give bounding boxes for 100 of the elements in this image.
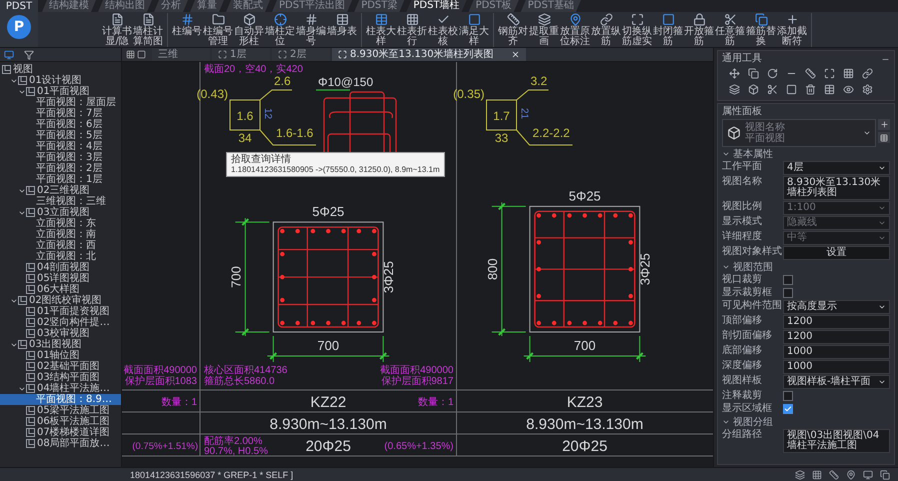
tree-item[interactable]: 平面视图：屋面层 <box>0 97 121 108</box>
grid-icon[interactable] <box>126 50 135 59</box>
document-tab[interactable]: 1层 <box>212 48 270 61</box>
tree-item[interactable]: 平面视图：3层 <box>0 152 121 163</box>
tree-item[interactable]: 平面视图：2层 <box>0 163 121 174</box>
ribbon-tool-button[interactable]: 任意箍筋 <box>715 13 745 47</box>
tree-item[interactable]: 01平面提资视图 <box>0 306 121 317</box>
ribbon-tool-button[interactable]: 墙身编号 <box>296 13 326 47</box>
tree-item[interactable]: 08局部平面放… <box>0 438 121 449</box>
ribbon-tool-button[interactable]: 柱编号管理 <box>203 13 233 47</box>
tree-item[interactable]: 平面视图：8.9… <box>0 394 121 405</box>
settings-button[interactable]: 设置 <box>783 246 890 260</box>
ribbon-tool-button[interactable]: 柱表大样 <box>366 13 396 47</box>
input-field[interactable]: 8.930米至13.130米墙柱列表图 <box>783 176 890 200</box>
ribbon-tab[interactable]: 结构建模 <box>42 0 96 12</box>
ribbon-tool-button[interactable]: 墙身表 <box>327 13 357 47</box>
tree-item[interactable]: 平面视图：1层 <box>0 174 121 185</box>
tree-item[interactable]: 平面视图：5层 <box>0 130 121 141</box>
input-field[interactable]: 1200 <box>783 315 890 329</box>
input-field[interactable]: 1000 <box>783 345 890 359</box>
close-icon[interactable] <box>510 50 520 59</box>
document-tab[interactable]: 三维 <box>152 48 210 61</box>
ribbon-tool-button[interactable]: 放置纵筋 <box>591 13 621 47</box>
tree-item[interactable]: 立面视图：西 <box>0 240 121 251</box>
ribbon-tab[interactable]: PDST平法出图 <box>272 0 352 12</box>
ribbon-tab[interactable]: PDST板 <box>468 0 519 12</box>
tree-item[interactable]: 03出图视图 <box>0 339 121 350</box>
ribbon-tab[interactable]: PDST基础 <box>520 0 581 12</box>
app-logo[interactable]: P <box>7 15 31 39</box>
tree-item[interactable]: 05详图视图 <box>0 273 121 284</box>
ribbon-tab[interactable]: 装配式 <box>226 0 270 12</box>
dropdown-field[interactable]: 视图样板-墙柱平面 <box>783 375 890 389</box>
tree-item[interactable]: 03结构平面图 <box>0 372 121 383</box>
tree-item[interactable]: 视图 <box>0 64 121 75</box>
input-field[interactable]: 1000 <box>783 360 890 374</box>
add-button[interactable] <box>878 119 890 130</box>
ribbon-tab[interactable]: 算量 <box>190 0 224 12</box>
input-field[interactable]: 视图\03出图视图\04墙柱平法施工图 <box>783 429 890 453</box>
tree-item[interactable]: 05梁平法施工图 <box>0 405 121 416</box>
tree-item[interactable]: 01设计视图 <box>0 75 121 86</box>
tree-item[interactable]: 06板平法施工图 <box>0 416 121 427</box>
tree-item[interactable]: 平面视图：4层 <box>0 141 121 152</box>
ribbon-tab[interactable]: PDST墙柱 <box>406 0 467 12</box>
tree-item[interactable]: 01平面视图 <box>0 86 121 97</box>
tree-item[interactable]: 06大样图 <box>0 284 121 295</box>
tree-item[interactable]: 03校审视图 <box>0 328 121 339</box>
ribbon-tool-button[interactable]: 墙柱定位 <box>265 13 295 47</box>
tree-item[interactable]: 02三维视图 <box>0 185 121 196</box>
ribbon-tool-button[interactable]: 柱编号 <box>172 13 202 47</box>
tree-item[interactable]: 02竖向构件提… <box>0 317 121 328</box>
tree-item[interactable]: 立面视图：南 <box>0 229 121 240</box>
layers-icon[interactable] <box>795 470 805 480</box>
ribbon-tool-button[interactable]: 柱表校核 <box>428 13 458 47</box>
window-icon[interactable] <box>137 50 146 59</box>
ribbon-tool-button[interactable]: 自动异形柱 <box>234 13 264 47</box>
caret-icon[interactable] <box>722 150 730 158</box>
caret-icon[interactable] <box>722 418 730 426</box>
tree-item[interactable]: 04剖面视图 <box>0 262 121 273</box>
grid-icon[interactable] <box>812 470 822 480</box>
checkbox[interactable] <box>783 391 793 401</box>
dropdown-field[interactable]: 4层 <box>783 161 890 175</box>
ribbon-tab[interactable]: 分析 <box>154 0 188 12</box>
ribbon-tool-button[interactable]: 开放箍筋 <box>684 13 714 47</box>
ribbon-tool-button[interactable]: 计算书显/隐 <box>102 13 132 47</box>
ribbon-tool-button[interactable]: 箍筋替换 <box>746 13 776 47</box>
document-tab[interactable]: 2层 <box>272 48 330 61</box>
tree-item[interactable]: 02图纸校审视图 <box>0 295 121 306</box>
filter-icon[interactable] <box>24 50 34 60</box>
dropdown-field[interactable]: 按高度显示 <box>783 300 890 314</box>
tree-item[interactable]: 立面视图：东 <box>0 218 121 229</box>
ruler-icon[interactable] <box>829 470 839 480</box>
ribbon-tool-button[interactable]: 提取重画 <box>529 13 559 47</box>
ribbon-tab[interactable]: 结构出图 <box>98 0 152 12</box>
copy-icon[interactable] <box>880 470 890 480</box>
caret-icon[interactable] <box>722 263 730 271</box>
tree-item[interactable]: 立面视图：北 <box>0 251 121 262</box>
tree-item[interactable]: 平面视图：6层 <box>0 119 121 130</box>
ribbon-tool-button[interactable]: 封闭箍筋 <box>653 13 683 47</box>
tree-item[interactable]: 07楼梯楼道详图 <box>0 427 121 438</box>
pin-icon[interactable] <box>846 470 856 480</box>
ribbon-tool-button[interactable]: 添加截断符 <box>777 13 807 47</box>
ribbon-tool-button[interactable]: 切换纵筋虚实 <box>622 13 652 47</box>
type-selector[interactable]: 视图名称 平面视图 <box>722 119 876 147</box>
tree-item[interactable]: 04墙柱平法施… <box>0 383 121 394</box>
ribbon-tool-button[interactable]: 放置原位标注 <box>560 13 590 47</box>
tree-item[interactable]: 三维视图：三维 <box>0 196 121 207</box>
ribbon-tool-button[interactable]: 满足大样 <box>459 13 489 47</box>
ribbon-tool-button[interactable]: 柱表折行 <box>397 13 427 47</box>
edit-button[interactable] <box>878 132 890 143</box>
tree-item[interactable]: 01轴位图 <box>0 350 121 361</box>
tree-item[interactable]: 02基础平面图 <box>0 361 121 372</box>
checkbox[interactable] <box>783 275 793 285</box>
monitor-icon[interactable] <box>863 470 873 480</box>
document-tab[interactable]: 8.930米至13.130米墙柱列表图 <box>332 48 526 61</box>
checkbox[interactable] <box>783 404 793 414</box>
checkbox[interactable] <box>783 288 793 298</box>
input-field[interactable]: 1200 <box>783 330 890 344</box>
ribbon-tool-button[interactable]: 墙柱计算简图 <box>133 13 163 47</box>
tree-item[interactable]: 03立面视图 <box>0 207 121 218</box>
ribbon-tool-button[interactable]: 钢筋对齐 <box>498 13 528 47</box>
